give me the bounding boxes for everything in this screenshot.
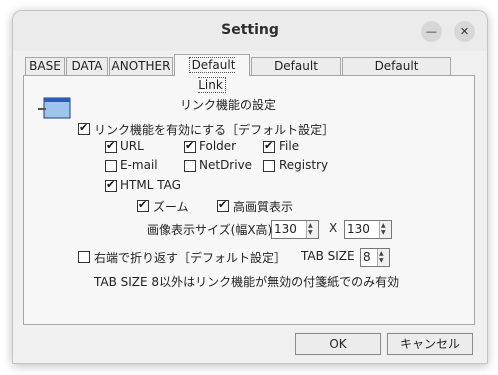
folder-checkbox[interactable] — [184, 139, 196, 153]
settings-window: Setting — ✕ BASE DATA ANOTHER Default Li… — [12, 10, 488, 364]
section-title: リンク機能の設定 — [180, 98, 277, 112]
tab-size-arrows[interactable]: ▲ ▼ — [377, 249, 389, 266]
image-width-spinner[interactable]: 130 ▲ ▼ — [271, 220, 319, 239]
tab-base[interactable]: BASE — [25, 57, 65, 75]
wrap-label[interactable]: 右端で折り返す［デフォルト設定］ — [94, 249, 286, 266]
tab-default-various[interactable]: Default Various — [251, 57, 341, 90]
zoom-checkbox[interactable] — [137, 198, 149, 212]
netdrive-checkbox[interactable] — [184, 160, 196, 172]
email-label[interactable]: E-mail — [120, 158, 158, 172]
image-width-arrows[interactable]: ▲ ▼ — [306, 221, 318, 238]
close-button[interactable]: ✕ — [454, 21, 475, 42]
minimize-icon: — — [426, 25, 437, 38]
ok-button[interactable]: OK — [295, 333, 381, 355]
url-checkbox[interactable] — [105, 139, 117, 153]
file-checkbox[interactable] — [263, 139, 275, 153]
tab-panel: リンク機能の設定 リンク機能を有効にする［デフォルト設定］ URL Folder… — [23, 75, 475, 325]
tab-default-font-color[interactable]: Default Font/Color — [342, 57, 451, 90]
minimize-button[interactable]: — — [421, 21, 442, 42]
window-title: Setting — [221, 22, 279, 38]
tab-default-link[interactable]: Default Link — [174, 54, 250, 93]
image-height-value: 130 — [347, 222, 370, 236]
close-icon: ✕ — [459, 25, 470, 38]
registry-checkbox[interactable] — [263, 160, 275, 172]
folder-label[interactable]: Folder — [199, 139, 236, 153]
url-label[interactable]: URL — [120, 139, 144, 153]
zoom-label[interactable]: ズーム — [153, 198, 189, 215]
wrap-checkbox[interactable] — [78, 251, 90, 263]
email-checkbox[interactable] — [105, 160, 117, 172]
registry-label[interactable]: Registry — [279, 158, 328, 172]
html-tag-checkbox[interactable] — [105, 178, 117, 192]
high-quality-label[interactable]: 高画質表示 — [233, 198, 293, 215]
file-label[interactable]: File — [279, 139, 299, 153]
link-enable-label[interactable]: リンク機能を有効にする［デフォルト設定］ — [94, 121, 334, 138]
title-bar: Setting — ✕ — [13, 11, 487, 51]
tab-size-label: TAB SIZE — [301, 249, 355, 263]
tab-size-spinner[interactable]: 8 ▲ ▼ — [360, 248, 390, 267]
tab-size-value: 8 — [363, 250, 371, 264]
image-width-value: 130 — [274, 222, 297, 236]
tab-data[interactable]: DATA — [66, 57, 108, 75]
down-arrow-icon: ▼ — [381, 229, 386, 236]
down-arrow-icon: ▼ — [379, 257, 384, 264]
link-enable-checkbox[interactable] — [78, 121, 90, 135]
cancel-button[interactable]: キャンセル — [387, 333, 473, 355]
down-arrow-icon: ▼ — [308, 229, 313, 236]
image-height-spinner[interactable]: 130 ▲ ▼ — [344, 220, 392, 239]
netdrive-label[interactable]: NetDrive — [199, 158, 252, 172]
image-size-label: 画像表示サイズ(幅X高) — [147, 223, 273, 237]
high-quality-checkbox[interactable] — [217, 198, 229, 212]
tab-size-note: TAB SIZE 8以外はリンク機能が無効の付箋紙でのみ有効 — [94, 275, 400, 289]
image-height-arrows[interactable]: ▲ ▼ — [379, 221, 391, 238]
window-icon — [38, 97, 71, 119]
tab-another[interactable]: ANOTHER — [109, 57, 173, 75]
html-tag-label[interactable]: HTML TAG — [120, 178, 181, 192]
size-separator: X — [329, 221, 338, 235]
